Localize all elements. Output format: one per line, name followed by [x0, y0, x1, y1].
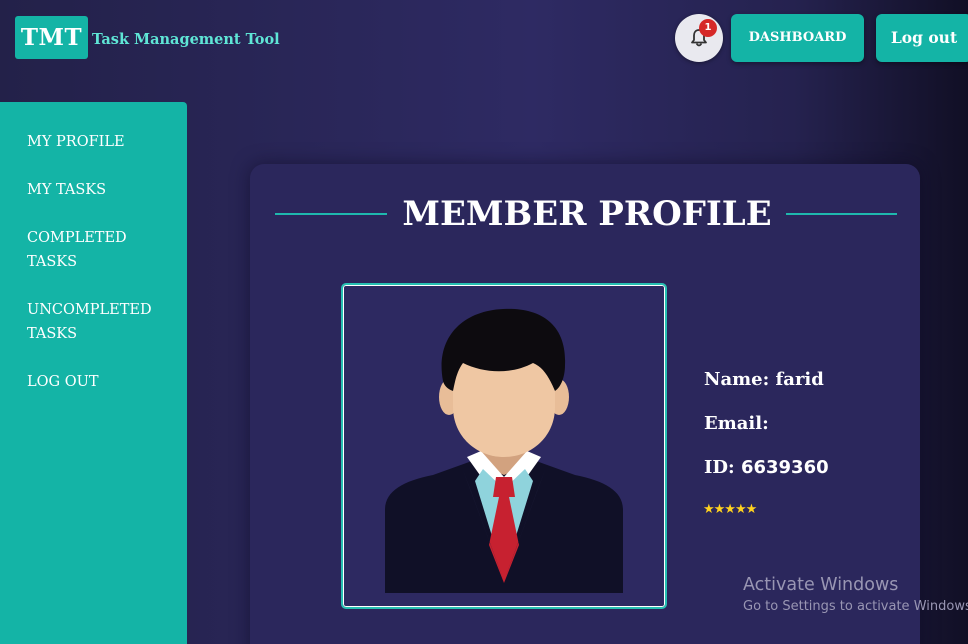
- page-title: MEMBER PROFILE: [402, 194, 772, 234]
- member-email: Email:: [704, 412, 769, 436]
- dashboard-button[interactable]: DASHBOARD: [731, 14, 864, 62]
- rating-stars: ★★★★★: [703, 502, 757, 517]
- sidebar-item-log-out[interactable]: LOG OUT: [27, 370, 177, 394]
- logout-button[interactable]: Log out: [876, 14, 968, 62]
- avatar: [341, 283, 667, 609]
- activate-windows-title: Activate Windows: [743, 575, 899, 595]
- sidebar-item-uncompleted-tasks[interactable]: UNCOMPLETED TASKS: [27, 298, 157, 346]
- name-label: Name:: [704, 369, 776, 390]
- user-avatar-illustration: [385, 308, 623, 593]
- member-id: ID: 6639360: [704, 456, 829, 480]
- id-value: 6639360: [740, 457, 829, 478]
- sidebar: MY PROFILE MY TASKS COMPLETED TASKS UNCO…: [0, 102, 187, 644]
- name-value: farid: [775, 369, 824, 390]
- app-logo[interactable]: TMT: [15, 16, 88, 59]
- sidebar-item-completed-tasks[interactable]: COMPLETED TASKS: [27, 226, 137, 274]
- sidebar-item-my-tasks[interactable]: MY TASKS: [27, 178, 177, 202]
- title-divider-left: [275, 213, 387, 215]
- activate-windows-subtitle: Go to Settings to activate Windows.: [743, 599, 968, 614]
- notification-count-badge: 1: [699, 19, 717, 37]
- notifications-button[interactable]: 1: [675, 14, 723, 62]
- id-label: ID:: [704, 457, 741, 478]
- app-name: Task Management Tool: [92, 31, 280, 48]
- title-divider-right: [786, 213, 897, 215]
- sidebar-item-my-profile[interactable]: MY PROFILE: [27, 130, 177, 154]
- member-name: Name: farid: [704, 368, 824, 392]
- email-label: Email:: [704, 413, 769, 434]
